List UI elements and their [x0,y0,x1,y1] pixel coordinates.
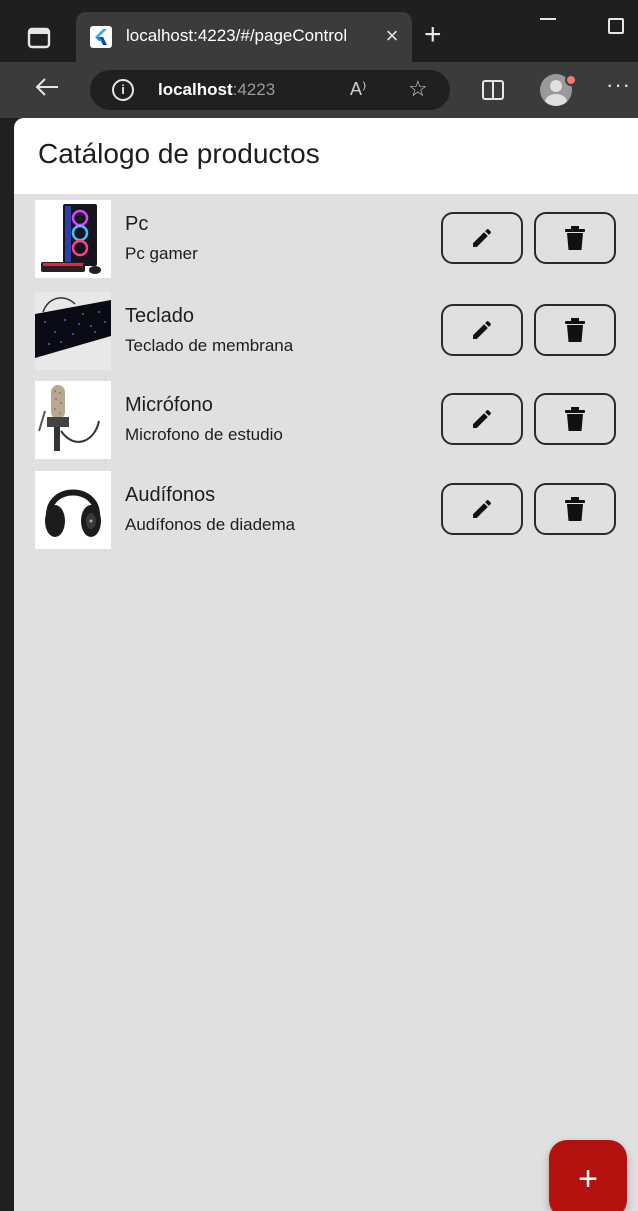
minimize-icon[interactable] [540,18,556,20]
address-bar: i localhost:4223 A⁾ ☆ ··· [0,62,638,118]
more-menu-icon[interactable]: ··· [606,72,631,98]
url-host: localhost [158,80,233,99]
delete-button[interactable] [534,304,616,356]
url-field[interactable]: i localhost:4223 A⁾ ☆ [90,70,450,110]
app-bar: Catálogo de productos [14,118,638,194]
product-description: Pc gamer [125,244,198,263]
favorite-star-icon[interactable]: ☆ [408,76,428,102]
product-image [35,381,111,459]
product-description: Audífonos de diadema [125,515,296,534]
info-icon[interactable]: i [112,79,134,101]
trash-icon [565,226,585,250]
product-name: Audífonos [125,484,216,506]
add-product-button[interactable]: + [549,1140,627,1211]
list-item[interactable]: Audífonos Audífonos de diadema [14,467,638,555]
tab-actions-icon[interactable] [26,26,54,52]
url-port: :4223 [232,80,276,99]
tab-close-icon[interactable]: × [382,23,402,49]
maximize-icon[interactable] [608,18,624,34]
tab-title: localhost:4223/#/pageControl [126,26,348,45]
add-icon: + [578,1160,598,1198]
delete-button[interactable] [534,483,616,535]
browser-tab-bar: localhost:4223/#/pageControl × + [0,0,638,62]
product-image [35,200,111,278]
list-item[interactable]: Pc Pc gamer [14,196,638,284]
edit-button[interactable] [441,212,523,264]
split-screen-icon[interactable] [482,80,504,100]
list-item[interactable]: Micrófono Microfono de estudio [14,377,638,465]
flutter-favicon-icon [90,26,112,48]
page-title: Catálogo de productos [38,138,320,169]
back-arrow-icon[interactable] [34,74,60,105]
product-description: Teclado de membrana [125,336,294,355]
edit-button[interactable] [441,304,523,356]
app-viewport: Catálogo de productos Pc Pc gamer Teclad… [14,118,638,1211]
product-image [35,471,111,549]
profile-notification-dot [565,74,577,86]
pencil-icon [473,228,492,247]
product-name: Pc [125,213,149,235]
pencil-icon [473,409,492,428]
product-description: Microfono de estudio [125,425,283,444]
trash-icon [565,318,585,342]
delete-button[interactable] [534,393,616,445]
product-image [35,292,111,370]
url-text[interactable]: localhost:4223 [158,80,275,100]
product-name: Micrófono [125,394,213,416]
browser-tab[interactable]: localhost:4223/#/pageControl × [76,12,412,62]
delete-button[interactable] [534,212,616,264]
list-item[interactable]: Teclado Teclado de membrana [14,288,638,376]
new-tab-icon[interactable]: + [424,20,442,50]
pencil-icon [473,320,492,339]
product-name: Teclado [125,305,194,327]
edit-button[interactable] [441,483,523,535]
pencil-icon [473,499,492,518]
trash-icon [565,497,585,521]
read-aloud-icon[interactable]: A⁾ [350,79,366,100]
trash-icon [565,407,585,431]
edit-button[interactable] [441,393,523,445]
